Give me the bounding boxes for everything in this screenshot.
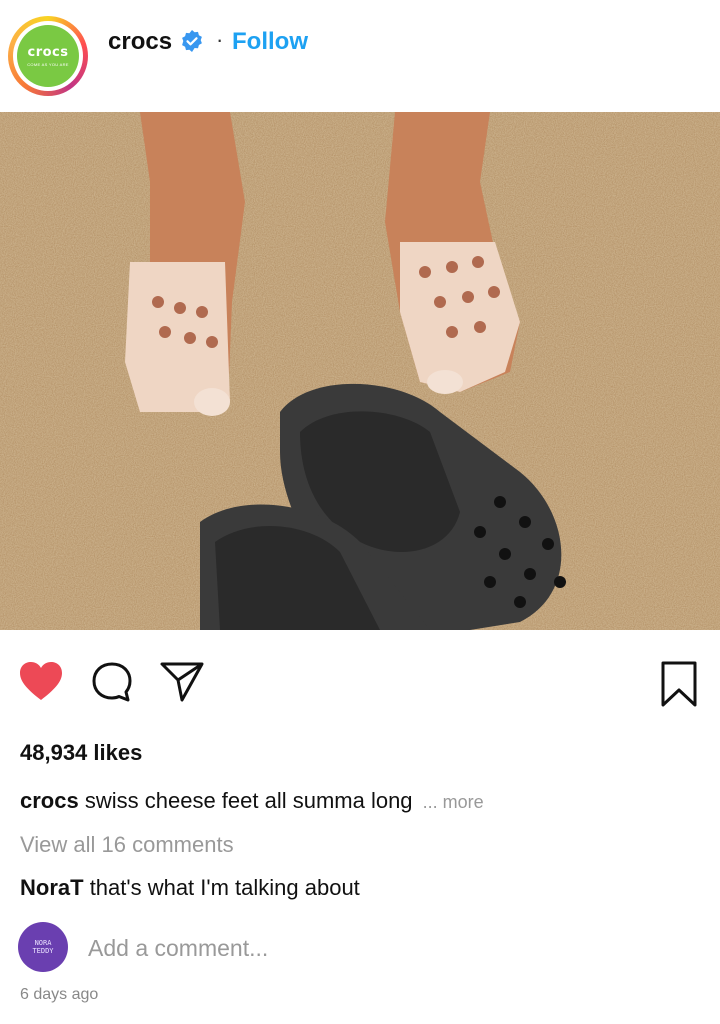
comment-icon[interactable] xyxy=(90,660,134,704)
commenter-avatar-line2: TEDDY xyxy=(32,947,54,955)
heart-icon[interactable] xyxy=(18,660,64,702)
post-username[interactable]: crocs xyxy=(108,28,172,56)
likes-count[interactable]: 48,934 likes xyxy=(20,740,142,766)
follow-button[interactable]: Follow xyxy=(232,28,308,56)
action-bar xyxy=(0,640,720,720)
add-comment-row: NORA TEDDY xyxy=(0,918,720,978)
crocs-logo: crocs COME AS YOU ARE xyxy=(17,25,79,87)
caption-username[interactable]: crocs xyxy=(20,788,79,813)
caption-text: swiss cheese feet all summa long xyxy=(84,788,413,813)
comment-text: that's what I'm talking about xyxy=(89,875,360,900)
comment-username[interactable]: NoraT xyxy=(20,875,84,900)
view-all-comments-link[interactable]: View all 16 comments xyxy=(20,832,234,858)
post-header: crocs COME AS YOU ARE crocs · Follow xyxy=(0,0,720,110)
commenter-avatar[interactable]: NORA TEDDY xyxy=(18,922,68,972)
bookmark-icon[interactable] xyxy=(660,660,698,708)
add-comment-input[interactable] xyxy=(88,930,688,966)
caption-more-link[interactable]: ... more xyxy=(423,792,484,812)
avatar-brand: crocs xyxy=(27,45,69,60)
photo-illustration xyxy=(0,112,720,630)
avatar-tagline: COME AS YOU ARE xyxy=(27,62,69,67)
commenter-avatar-line1: NORA xyxy=(34,939,52,947)
comment-item: NoraT that's what I'm talking about xyxy=(20,875,360,901)
post-caption: crocs swiss cheese feet all summa long .… xyxy=(20,788,484,814)
verified-badge-icon xyxy=(182,30,202,52)
share-icon[interactable] xyxy=(158,658,206,704)
profile-avatar[interactable]: crocs COME AS YOU ARE xyxy=(8,16,88,96)
post-photo[interactable] xyxy=(0,112,720,630)
separator-dot: · xyxy=(216,27,224,52)
post-timestamp: 6 days ago xyxy=(20,986,99,1003)
